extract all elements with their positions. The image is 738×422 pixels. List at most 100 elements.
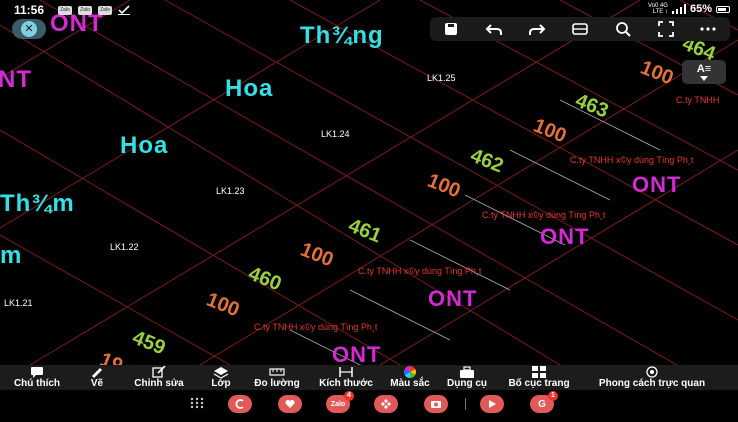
place-name-label: m [0, 242, 23, 269]
view-mode-button[interactable] [567, 18, 593, 40]
status-right: Vo0 4G LTE ↕ 65% [648, 3, 730, 15]
camera-icon [431, 401, 441, 408]
app-play-button[interactable] [480, 395, 504, 413]
status-bar: 11:56 Zalo Zalo Zalo Vo0 4G LTE ↕ 65% [0, 0, 738, 18]
lot-label: LK1.23 [216, 186, 245, 196]
g-icon: G [538, 398, 546, 410]
navigation-bar: Zalo 4 G 1 [0, 390, 738, 422]
battery-percent: 65% [689, 3, 712, 15]
clock: 11:56 [14, 3, 45, 17]
lot-label: LK1.24 [321, 129, 350, 139]
save-button[interactable] [438, 18, 464, 40]
dimension-icon [339, 367, 353, 377]
toolbar-label: Màu sắc [390, 378, 430, 389]
signal-icon [671, 4, 686, 14]
app-c-icon [235, 399, 244, 409]
zalo-notification-icon: Zalo [58, 6, 72, 15]
dimension-button[interactable]: Kích thước [310, 365, 382, 390]
page-layout-button[interactable]: Bố cục trang [496, 365, 582, 390]
layers-button[interactable]: Lớp [198, 365, 244, 390]
zalo-label: Zalo [330, 400, 346, 408]
owner-label: C.ty TNHH x©y dùng Tïng Ph¸t [482, 210, 606, 220]
edit-icon [152, 366, 166, 378]
lot-label: LK1.21 [4, 298, 33, 308]
download-done-icon [118, 5, 130, 15]
zalo-notification-icon: Zalo [98, 6, 112, 15]
color-button[interactable]: Màu sắc [382, 365, 438, 390]
close-button[interactable]: ✕ [12, 19, 46, 39]
app-grid-icon[interactable] [190, 397, 204, 409]
toolbox-icon [460, 366, 474, 378]
fullscreen-icon [657, 21, 674, 37]
land-use-label: NT [0, 66, 32, 93]
close-icon: ✕ [21, 21, 37, 37]
search-icon [615, 22, 631, 37]
toolbar-label: Chú thích [13, 378, 61, 389]
app-flower-button[interactable] [374, 395, 398, 413]
app-c-button[interactable] [228, 395, 252, 413]
place-name-label: Th¾ng [300, 22, 384, 49]
place-name-label: Hoa [225, 75, 274, 102]
camera-app-button[interactable] [424, 395, 448, 413]
toolbar-label: Bố cục trang [508, 378, 570, 389]
toolbar-label: Dụng cụ [447, 378, 487, 389]
redo-icon [529, 24, 546, 35]
eye-style-icon [646, 366, 658, 378]
redo-button[interactable] [524, 18, 550, 40]
zalo-app-button[interactable]: Zalo 4 [326, 391, 354, 413]
draw-button[interactable]: Vẽ [74, 365, 120, 390]
measure-button[interactable]: Đo lường [244, 365, 310, 390]
chevron-down-icon [700, 75, 708, 81]
comment-icon [31, 367, 43, 378]
text-size-button[interactable]: A≡ [682, 60, 726, 84]
owner-label: C.ty TNHH x©y dùng Tïng Ph¸t [254, 322, 378, 332]
undo-button[interactable] [481, 18, 507, 40]
network-label: LTE ↕ [652, 9, 668, 15]
drawing-canvas[interactable]: ONT Th¾ng NT Hoa Hoa Th¾m m LK1.25 LK1.2… [0, 0, 738, 365]
flower-icon [381, 399, 391, 409]
more-dots-icon [700, 27, 717, 31]
layers-icon [213, 367, 229, 378]
view-mode-icon [572, 23, 588, 35]
app-heart-button[interactable] [278, 395, 302, 413]
search-button[interactable] [610, 18, 636, 40]
land-use-label: ONT [332, 342, 382, 365]
top-toolbar [430, 17, 730, 41]
notification-badge: 4 [344, 391, 354, 401]
edit-button[interactable]: Chỉnh sửa [120, 365, 198, 390]
pencil-icon [92, 368, 102, 378]
color-wheel-icon [403, 366, 417, 378]
heart-icon [285, 400, 295, 408]
lot-label: LK1.22 [110, 242, 139, 252]
play-icon [489, 400, 496, 408]
toolbar-label: Chỉnh sửa [134, 378, 184, 389]
zalo-notification-icon: Zalo [78, 6, 92, 15]
fullscreen-button[interactable] [653, 18, 679, 40]
toolbar-label: Lớp [211, 378, 231, 389]
tools-button[interactable]: Dụng cụ [438, 365, 496, 390]
owner-label: C.ty TNHH x©y dùng Tïng Ph¸t [570, 155, 694, 165]
more-button[interactable] [695, 18, 721, 40]
bottom-toolbar: Chú thích Vẽ Chỉnh sửa Lớp Đo lường Kích… [0, 365, 738, 390]
place-name-label: Hoa [120, 132, 169, 159]
layout-icon [532, 366, 546, 378]
owner-label: C.ty TNHH x©y dùng Tïng Ph¸t [358, 266, 482, 276]
toolbar-label: Đo lường [254, 378, 300, 389]
owner-label: C.ty TNHH [676, 95, 720, 105]
land-use-label: ONT [540, 224, 590, 249]
visual-style-button[interactable]: Phong cách trực quan [582, 365, 722, 390]
toolbar-label: Kích thước [319, 378, 373, 389]
land-use-label: ONT [428, 286, 478, 311]
toolbar-label: Vẽ [90, 378, 104, 389]
battery-icon [716, 5, 730, 13]
map-linework [0, 0, 738, 365]
app-g-button[interactable]: G 1 [530, 391, 558, 413]
land-use-label: ONT [632, 172, 682, 197]
place-name-label: Th¾m [0, 190, 75, 217]
notification-badge: 1 [548, 391, 558, 401]
annotate-button[interactable]: Chú thích [0, 365, 74, 390]
ruler-icon [269, 368, 285, 376]
divider [465, 398, 466, 410]
save-icon [445, 23, 458, 35]
undo-icon [485, 24, 503, 35]
